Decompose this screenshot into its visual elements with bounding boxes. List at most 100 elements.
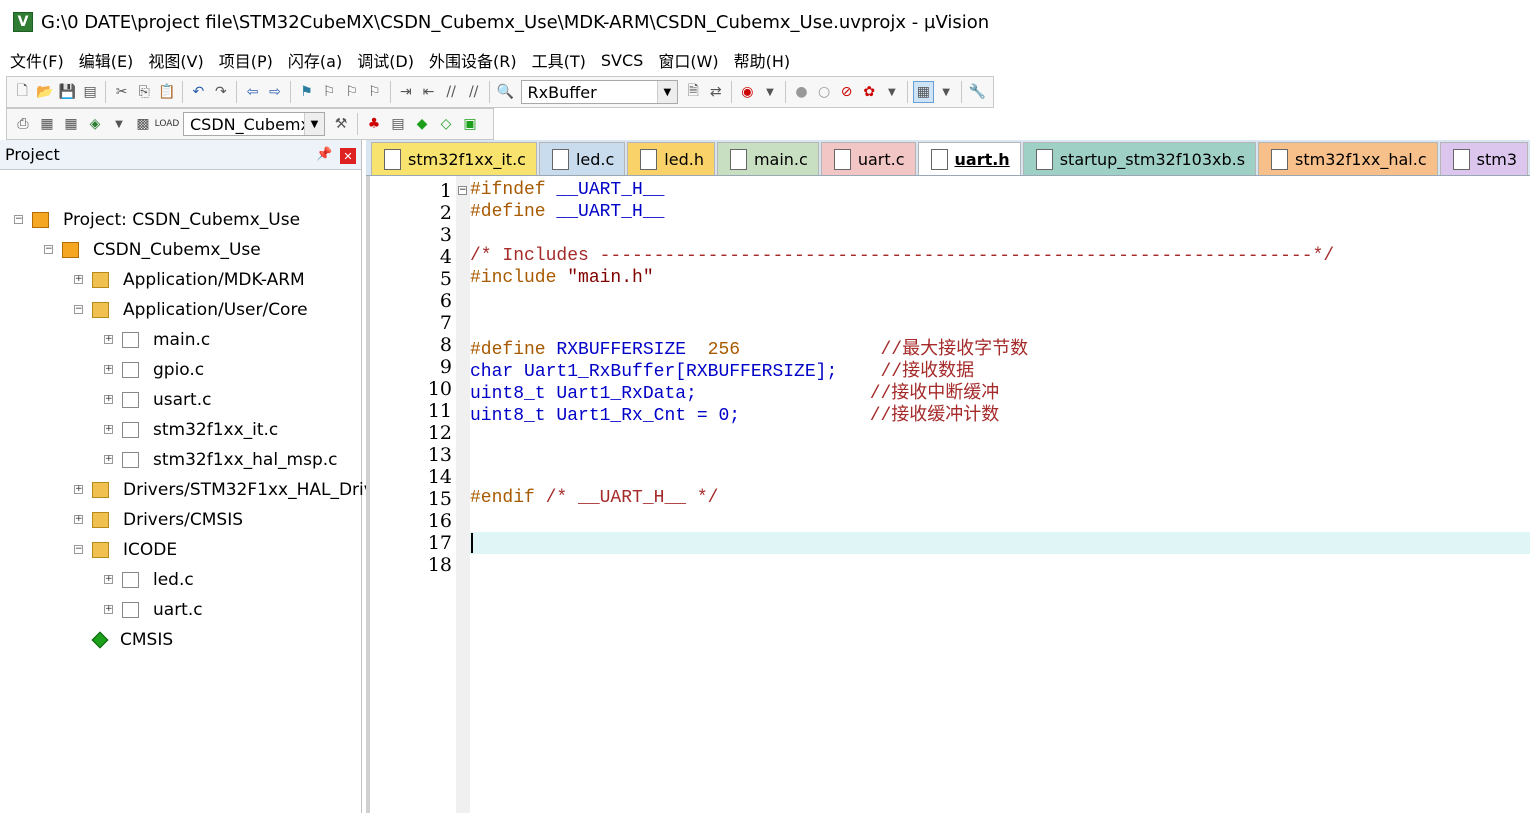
build-icon[interactable]: ▦ [36, 113, 58, 135]
paste-icon[interactable]: 📋 [157, 81, 178, 103]
find-in-files-icon[interactable]: 🗎 [683, 81, 704, 103]
replace-icon[interactable]: ⇄ [706, 81, 727, 103]
new-file-icon[interactable]: 🗋 [12, 81, 33, 103]
rebuild-icon[interactable]: ▦ [60, 113, 82, 135]
tree-item[interactable]: stm32f1xx_it.c [122, 415, 278, 445]
target-options-icon[interactable]: ⚒ [330, 113, 352, 135]
pin-icon[interactable]: 📌 [316, 147, 332, 162]
open-file-icon[interactable]: 📂 [35, 81, 56, 103]
editor-tab[interactable]: stm3 [1439, 142, 1528, 175]
tree-item[interactable]: main.c [122, 325, 210, 355]
select-packs-icon[interactable]: ◇ [435, 113, 457, 135]
stop-build-icon[interactable]: ▩ [132, 113, 154, 135]
tree-item[interactable]: CSDN_Cubemx_Use [62, 235, 261, 265]
clear-bookmarks-icon[interactable]: ⚐ [364, 81, 385, 103]
file-extensions-icon[interactable]: ♣ [363, 113, 385, 135]
next-bookmark-icon[interactable]: ⚐ [341, 81, 362, 103]
editor-tab[interactable]: main.c [716, 142, 819, 175]
tree-item[interactable]: Drivers/CMSIS [92, 505, 243, 535]
comment-icon[interactable]: // [441, 81, 462, 103]
copy-icon[interactable]: ⎘ [134, 81, 155, 103]
tree-item[interactable]: stm32f1xx_hal_msp.c [122, 445, 338, 475]
menu-item-4[interactable]: 闪存(a) [288, 48, 342, 72]
expand-icon[interactable]: + [104, 335, 113, 344]
expand-icon[interactable]: + [104, 425, 113, 434]
editor-tab[interactable]: uart.c [820, 142, 916, 175]
close-icon[interactable]: ✕ [340, 148, 356, 164]
tree-item[interactable]: Application/MDK-ARM [92, 265, 305, 295]
menu-item-5[interactable]: 调试(D) [357, 48, 414, 72]
tree-item[interactable]: Application/User/Core [92, 295, 308, 325]
menu-item-3[interactable]: 项目(P) [219, 48, 273, 72]
run-time-env-icon[interactable]: ▣ [459, 113, 481, 135]
find-target-icon[interactable]: 🔍 [495, 81, 516, 103]
tree-item[interactable]: uart.c [122, 595, 203, 625]
menu-item-1[interactable]: 编辑(E) [79, 48, 134, 72]
bookmark-icon[interactable]: ⚑ [296, 81, 317, 103]
editor-tab[interactable]: led.c [538, 142, 626, 175]
breakpoint-icon[interactable]: ● [791, 81, 812, 103]
tree-item[interactable]: CMSIS [91, 625, 173, 655]
menu-item-8[interactable]: SVCS [601, 51, 643, 70]
debug-session-icon[interactable]: ◉ [737, 81, 758, 103]
cut-icon[interactable]: ✂ [111, 81, 132, 103]
disable-breakpoint-icon[interactable]: ○ [814, 81, 835, 103]
code-editor[interactable]: −1 #ifndef __UART_H__ 2 #define __UART_H__ 3… [366, 176, 1530, 813]
expand-icon[interactable]: + [104, 395, 113, 404]
redo-icon[interactable]: ↷ [211, 81, 232, 103]
chevron-down-icon[interactable]: ▼ [760, 81, 781, 103]
chevron-down-icon[interactable]: ▼ [304, 113, 324, 135]
chevron-down-icon[interactable]: ▼ [882, 81, 903, 103]
expand-icon[interactable]: + [104, 605, 113, 614]
save-icon[interactable]: 💾 [57, 81, 78, 103]
editor-tab[interactable]: startup_stm32f103xb.s [1022, 142, 1257, 175]
uncomment-icon[interactable]: // [463, 81, 484, 103]
tree-item[interactable]: ICODE [92, 535, 177, 565]
editor-tab[interactable]: stm32f1xx_hal.c [1258, 142, 1438, 175]
editor-tab[interactable]: uart.h [917, 142, 1021, 175]
expand-icon[interactable]: + [104, 455, 113, 464]
save-all-icon[interactable]: ▤ [80, 81, 101, 103]
unindent-icon[interactable]: ⇤ [418, 81, 439, 103]
expand-icon[interactable]: + [74, 485, 83, 494]
window-layout-icon[interactable]: ▦ [913, 81, 934, 103]
tree-item[interactable]: Project: CSDN_Cubemx_Use [32, 205, 300, 235]
menu-item-2[interactable]: 视图(V) [148, 48, 203, 72]
pack-installer-icon[interactable]: ◆ [411, 113, 433, 135]
undo-icon[interactable]: ↶ [188, 81, 209, 103]
collapse-icon[interactable]: − [44, 245, 53, 254]
collapse-icon[interactable]: − [14, 215, 23, 224]
manage-components-icon[interactable]: ▤ [387, 113, 409, 135]
menu-item-0[interactable]: 文件(F) [10, 48, 64, 72]
expand-icon[interactable]: + [74, 515, 83, 524]
target-combo[interactable]: CSDN_Cubemx ▼ [183, 112, 325, 136]
find-combo[interactable]: RxBuffer ▼ [520, 80, 678, 104]
menu-item-6[interactable]: 外围设备(R) [429, 48, 517, 72]
kill-breakpoints-icon[interactable]: ⊘ [836, 81, 857, 103]
configure-icon[interactable]: 🔧 [967, 81, 988, 103]
tree-item[interactable]: usart.c [122, 385, 211, 415]
batch-build-icon[interactable]: ◈ [84, 113, 106, 135]
prev-bookmark-icon[interactable]: ⚐ [319, 81, 340, 103]
tree-item[interactable]: gpio.c [122, 355, 204, 385]
chevron-down-icon[interactable]: ▼ [108, 113, 130, 135]
download-icon[interactable]: LOAD [155, 113, 180, 135]
collapse-icon[interactable]: − [74, 305, 83, 314]
tree-item[interactable]: led.c [122, 565, 194, 595]
expand-icon[interactable]: + [104, 365, 113, 374]
nav-forward-icon[interactable]: ⇨ [265, 81, 286, 103]
nav-back-icon[interactable]: ⇦ [242, 81, 263, 103]
chevron-down-icon[interactable]: ▼ [936, 81, 957, 103]
menu-item-10[interactable]: 帮助(H) [734, 48, 791, 72]
chevron-down-icon[interactable]: ▼ [656, 81, 677, 103]
editor-tab[interactable]: stm32f1xx_it.c [371, 142, 537, 175]
expand-icon[interactable]: + [74, 275, 83, 284]
fold-icon[interactable]: − [458, 186, 467, 195]
menu-item-9[interactable]: 窗口(W) [658, 48, 718, 72]
editor-tab[interactable]: led.h [627, 142, 715, 175]
tree-item[interactable]: Drivers/STM32F1xx_HAL_Driv [92, 475, 374, 505]
trace-icon[interactable]: ✿ [859, 81, 880, 103]
menu-item-7[interactable]: 工具(T) [532, 48, 586, 72]
expand-icon[interactable]: + [104, 575, 113, 584]
indent-icon[interactable]: ⇥ [396, 81, 417, 103]
